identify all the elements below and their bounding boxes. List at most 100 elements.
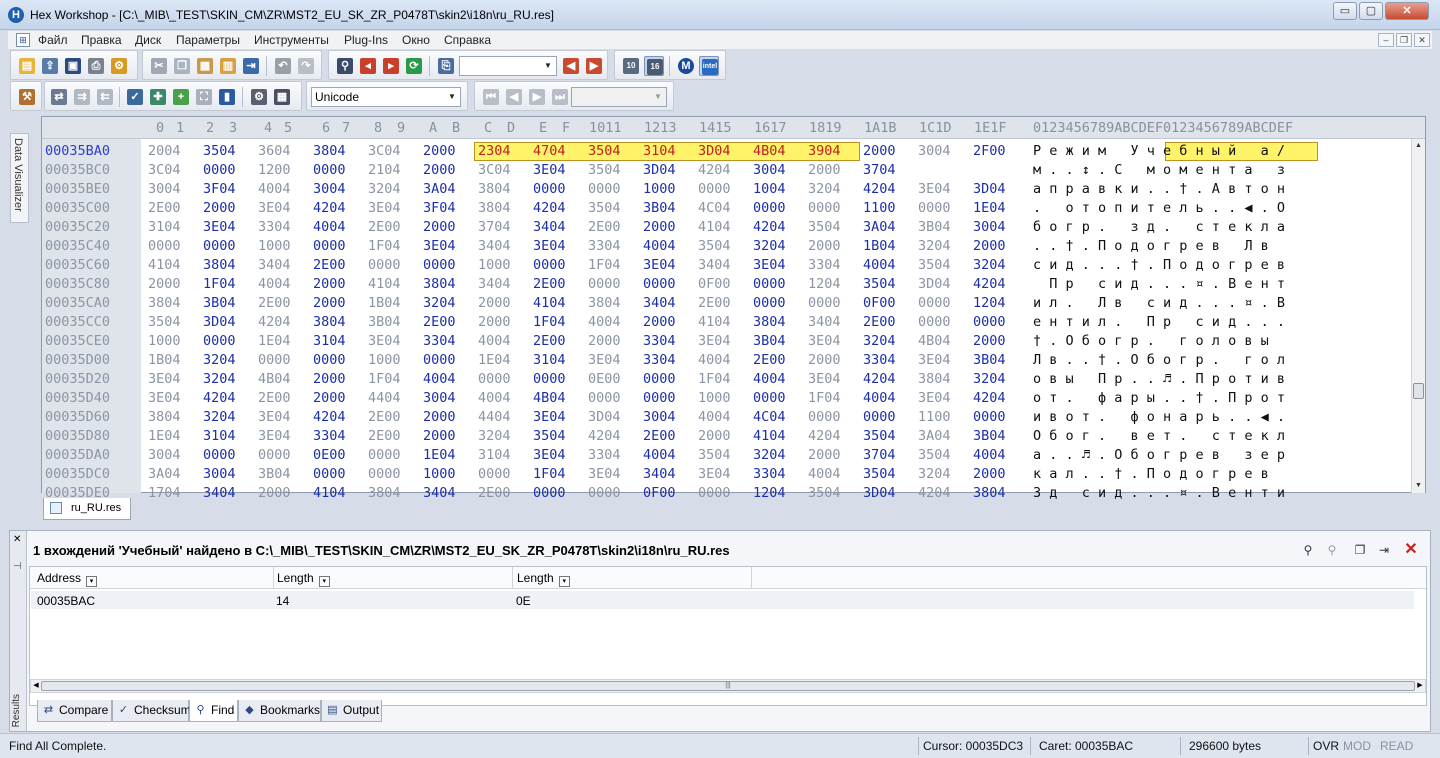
hex-row[interactable]: 00035D80 1E04 3104 3E04 3304 2E00 2000 3204 3504… bbox=[42, 427, 1412, 446]
hex-cell[interactable]: 3E04 bbox=[368, 333, 401, 349]
hex-cell[interactable]: 2000 bbox=[973, 238, 1006, 254]
hex-cell[interactable]: 0000 bbox=[313, 352, 346, 368]
hex-cell[interactable]: 2E00 bbox=[533, 276, 566, 292]
tab-bookmarks[interactable]: ◆ Bookmarks bbox=[238, 700, 321, 722]
hex-cell[interactable]: 2004 bbox=[148, 143, 181, 159]
menu-plugins[interactable]: Plug-Ins bbox=[344, 33, 388, 47]
hex-cell[interactable]: 4104 bbox=[148, 257, 181, 273]
compare-next-button[interactable]: ⇉ bbox=[72, 87, 92, 107]
hex-cell[interactable]: 0000 bbox=[423, 352, 456, 368]
hex-cell[interactable]: 0000 bbox=[533, 257, 566, 273]
hex-cell[interactable]: 3B04 bbox=[918, 219, 951, 235]
ascii-cell[interactable]: е н т и л . П р с и д . . . bbox=[1033, 314, 1285, 330]
hex-cell[interactable]: 0F00 bbox=[698, 276, 731, 292]
search-combo[interactable]: ▼ bbox=[459, 56, 557, 76]
hex-cell[interactable]: 1F04 bbox=[203, 276, 236, 292]
ascii-cell[interactable]: м . . ↕ . С м о м е н т а з bbox=[1033, 162, 1285, 178]
find-next-button[interactable]: ▸ bbox=[381, 56, 401, 76]
hex-cell[interactable]: 3A04 bbox=[423, 181, 456, 197]
hex-cell[interactable]: 2000 bbox=[258, 485, 291, 501]
hex-cell[interactable]: 3104 bbox=[148, 219, 181, 235]
hex-cell[interactable]: 2000 bbox=[588, 333, 621, 349]
hex-cell[interactable]: 1100 bbox=[863, 200, 896, 216]
structure-button[interactable]: ⛶ bbox=[194, 87, 214, 107]
hex-cell[interactable]: 2E00 bbox=[313, 257, 346, 273]
hex-cell[interactable]: 4004 bbox=[588, 314, 621, 330]
ascii-cell[interactable]: о в ы П р . . ♬ . П р о т и в bbox=[1033, 371, 1285, 387]
hex-cell[interactable]: 3E04 bbox=[148, 390, 181, 406]
hex-cell[interactable]: 0000 bbox=[753, 390, 786, 406]
hex-cell[interactable]: 4004 bbox=[698, 352, 731, 368]
menu-tools[interactable]: Инструменты bbox=[254, 33, 329, 47]
hex-cell[interactable]: 3104 bbox=[533, 352, 566, 368]
hex-cell[interactable]: 3D04 bbox=[863, 485, 896, 501]
hex-row[interactable]: 00035DC0 3A04 3004 3B04 0000 0000 1000 0000 1F04… bbox=[42, 465, 1412, 484]
find-previous-button[interactable]: ◂ bbox=[358, 56, 378, 76]
hex-cell[interactable]: 1000 bbox=[148, 333, 181, 349]
hex-cell[interactable]: 4004 bbox=[808, 466, 841, 482]
hex-cell[interactable]: 3004 bbox=[423, 390, 456, 406]
checksum-button[interactable]: ✓ bbox=[125, 87, 145, 107]
hex-cell[interactable]: 2000 bbox=[423, 162, 456, 178]
hex-row[interactable]: 00035C80 2000 1F04 4004 2000 4104 3804 3404 2E00… bbox=[42, 275, 1412, 294]
menu-help[interactable]: Справка bbox=[444, 33, 491, 47]
vertical-scrollbar[interactable]: ▲ ▼ bbox=[1411, 139, 1425, 493]
hex-cell[interactable]: 4004 bbox=[313, 219, 346, 235]
hex-cell[interactable]: 2000 bbox=[313, 276, 346, 292]
hex-cell[interactable]: 4204 bbox=[753, 219, 786, 235]
hex-cell[interactable]: 4004 bbox=[863, 390, 896, 406]
hex-cell[interactable]: 4204 bbox=[203, 390, 236, 406]
hex-cell[interactable]: 0000 bbox=[588, 276, 621, 292]
hex-cell[interactable]: 3204 bbox=[203, 352, 236, 368]
menu-disk[interactable]: Диск bbox=[135, 33, 161, 47]
hex-cell[interactable]: 0000 bbox=[533, 485, 566, 501]
add-button[interactable]: + bbox=[171, 87, 191, 107]
find-button[interactable]: ⚲ bbox=[335, 56, 355, 76]
hex-cell[interactable]: 1204 bbox=[808, 276, 841, 292]
column-separator[interactable] bbox=[751, 567, 752, 589]
hex-cell[interactable]: 1B04 bbox=[148, 352, 181, 368]
hex-cell[interactable]: 3804 bbox=[423, 276, 456, 292]
hex-cell[interactable]: 3204 bbox=[203, 371, 236, 387]
hex-cell[interactable]: 2000 bbox=[643, 219, 676, 235]
hex-cell[interactable]: 4204 bbox=[313, 200, 346, 216]
calculator-button[interactable]: ▦ bbox=[272, 87, 292, 107]
hex-cell[interactable]: 3E04 bbox=[643, 257, 676, 273]
hex-cell[interactable]: 3504 bbox=[588, 143, 621, 159]
hex-cell[interactable]: 0000 bbox=[533, 371, 566, 387]
hex-row[interactable]: 00035CC0 3504 3D04 4204 3804 3B04 2E00 2000 1F04… bbox=[42, 313, 1412, 332]
ascii-cell[interactable]: . . † . П о д о г р е в Л в bbox=[1033, 238, 1285, 254]
hex-cell[interactable]: 0000 bbox=[478, 466, 511, 482]
operations-button[interactable]: ✚ bbox=[148, 87, 168, 107]
hex-cell[interactable]: 1004 bbox=[753, 181, 786, 197]
hex-cell[interactable]: 0000 bbox=[918, 295, 951, 311]
hex-cell[interactable]: 0000 bbox=[808, 409, 841, 425]
minimize-button[interactable]: ▭ bbox=[1333, 2, 1357, 20]
hex-cell[interactable]: 0000 bbox=[533, 181, 566, 197]
ascii-cell[interactable]: . о т о п и т е л ь . . ◀ . О bbox=[1033, 200, 1285, 216]
hammer-icon[interactable]: ⚒ bbox=[17, 87, 37, 107]
hex-cell[interactable]: 0E00 bbox=[313, 447, 346, 463]
hex-row[interactable]: 00035C40 0000 0000 1000 0000 1F04 3E04 3404 3E04… bbox=[42, 237, 1412, 256]
hex-cell[interactable]: 3204 bbox=[918, 466, 951, 482]
hex-row[interactable]: 00035D00 1B04 3204 0000 0000 1000 0000 1E04 3104… bbox=[42, 351, 1412, 370]
hex-cell[interactable]: 3E04 bbox=[533, 409, 566, 425]
hex-cell[interactable]: 3004 bbox=[203, 466, 236, 482]
record-combo[interactable]: ▼ bbox=[571, 87, 667, 107]
hex-cell[interactable]: 1200 bbox=[258, 162, 291, 178]
hex-cell[interactable]: 3E04 bbox=[258, 428, 291, 444]
column-options-icon[interactable]: ▾ bbox=[318, 576, 330, 587]
ascii-cell[interactable]: Л в . . † . О б о г р . г о л bbox=[1033, 352, 1285, 368]
hex-cell[interactable]: 0000 bbox=[203, 238, 236, 254]
hex-cell[interactable]: 2F00 bbox=[973, 143, 1006, 159]
hex-cell[interactable]: 3B04 bbox=[368, 314, 401, 330]
hex-cell[interactable]: 2000 bbox=[973, 333, 1006, 349]
hex-cell[interactable]: 3304 bbox=[588, 238, 621, 254]
paste-button[interactable]: ▦ bbox=[195, 56, 215, 76]
hex-cell[interactable]: 2E00 bbox=[478, 485, 511, 501]
hex-cell[interactable]: 4204 bbox=[863, 181, 896, 197]
hex-cell[interactable]: 2000 bbox=[808, 238, 841, 254]
hex-cell[interactable]: 2E00 bbox=[368, 409, 401, 425]
hex-cell[interactable]: 2000 bbox=[643, 314, 676, 330]
hex-cell[interactable]: 4204 bbox=[533, 200, 566, 216]
